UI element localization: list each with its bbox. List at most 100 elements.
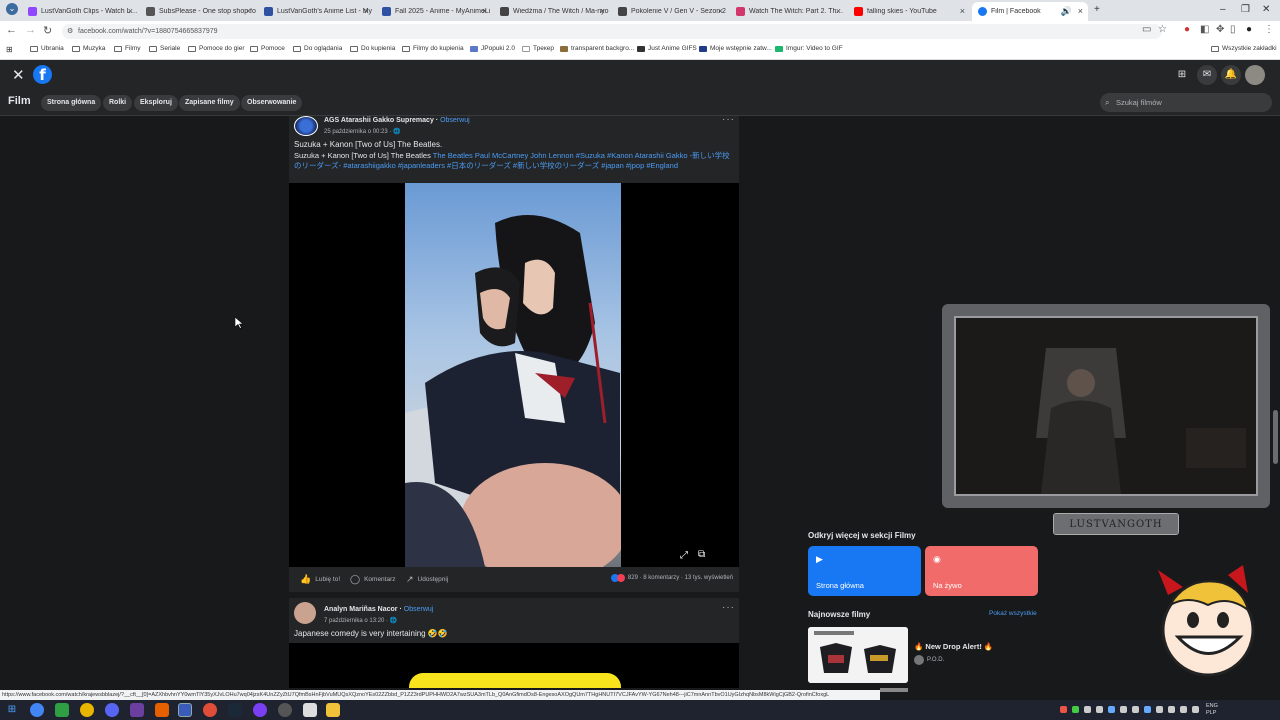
bookmark-link[interactable]: JPopuki 2.0 xyxy=(470,45,515,52)
windows-start-icon[interactable]: ⊞ xyxy=(5,703,19,717)
tab-home[interactable]: Strona główna xyxy=(41,95,102,111)
more-options-icon[interactable]: ··· xyxy=(722,602,735,613)
page-avatar[interactable] xyxy=(294,116,318,136)
new-tab-icon[interactable]: + xyxy=(1094,4,1100,15)
discover-home-card[interactable]: ▶ Strona główna xyxy=(808,546,921,596)
bookmark-folder[interactable]: Pomoce do gier xyxy=(188,45,245,52)
tray-icon[interactable] xyxy=(1060,706,1067,713)
forward-icon[interactable]: → xyxy=(25,24,36,36)
tray-icon[interactable] xyxy=(1108,706,1115,713)
bookmark-link[interactable]: Трекер xyxy=(522,45,554,52)
bookmark-folder[interactable]: Ubrania xyxy=(30,45,64,52)
tray-icon[interactable] xyxy=(1096,706,1103,713)
video-thumbnail[interactable] xyxy=(808,627,908,683)
reaction-count[interactable]: 829 xyxy=(628,575,638,581)
more-options-icon[interactable]: ··· xyxy=(722,114,735,125)
browser-tab-active[interactable]: Film | Facebook 🔊 × xyxy=(972,2,1088,21)
discord-icon[interactable] xyxy=(105,703,119,717)
tray-icon[interactable] xyxy=(1144,706,1151,713)
close-tab-icon[interactable]: × xyxy=(600,6,605,16)
tray-icon[interactable] xyxy=(1072,706,1079,713)
extension-icon[interactable]: ● xyxy=(1184,24,1190,35)
share-button[interactable]: ↗ Udostępnij xyxy=(406,574,448,585)
avatar[interactable] xyxy=(1245,65,1265,85)
show-all-link[interactable]: Pokaż wszystkie xyxy=(989,610,1037,617)
bookmark-link[interactable]: transparent backgro... xyxy=(560,45,634,52)
grid-icon[interactable]: ⊞ xyxy=(1172,65,1192,85)
discover-live-card[interactable]: ◉ Na żywo xyxy=(925,546,1038,596)
close-tab-icon[interactable]: × xyxy=(246,6,251,16)
microphone-icon[interactable] xyxy=(1132,706,1139,713)
url-field[interactable]: ⚙ facebook.com/watch/?v=1880754665837979 xyxy=(62,24,1162,39)
bookmark-star-icon[interactable]: ☆ xyxy=(1158,24,1167,35)
vlc-icon[interactable] xyxy=(155,703,169,717)
bookmark-link[interactable]: Moje wstępnie zatw... xyxy=(699,45,772,52)
browser-tab[interactable]: Wiedźma / The Witch / Ma-nyo × xyxy=(494,2,610,21)
close-tab-icon[interactable]: × xyxy=(128,6,133,16)
profile-icon[interactable]: ● xyxy=(1246,24,1252,35)
minimize-icon[interactable]: – xyxy=(1220,4,1226,15)
author-name[interactable]: Analyn Mariñas Nacor xyxy=(324,606,398,613)
tray-icon[interactable] xyxy=(1156,706,1163,713)
bookmark-folder[interactable]: Do kupienia xyxy=(350,45,395,52)
app-icon[interactable] xyxy=(130,703,144,717)
app-icon[interactable] xyxy=(80,703,94,717)
comment-count[interactable]: 8 komentarzy xyxy=(643,575,679,581)
tray-icon[interactable] xyxy=(1192,706,1199,713)
author-name[interactable]: AGS Atarashii Gakko Supremacy xyxy=(324,117,434,124)
restore-icon[interactable]: ❐ xyxy=(1241,4,1250,15)
app-icon[interactable] xyxy=(303,703,317,717)
app-icon[interactable] xyxy=(203,703,217,717)
menu-icon[interactable]: ⋮ xyxy=(1264,24,1274,35)
close-tab-icon[interactable]: × xyxy=(482,6,487,16)
chrome-icon[interactable] xyxy=(30,703,44,717)
video-title[interactable]: 🔥 New Drop Alert! 🔥 xyxy=(914,642,993,651)
tray-icon[interactable] xyxy=(1084,706,1091,713)
bookmark-link[interactable]: Just Anime GIFS xyxy=(637,45,697,52)
all-bookmarks[interactable]: Wszystkie zakładki xyxy=(1211,45,1277,52)
video-player[interactable]: ⤢ ⧉ xyxy=(289,183,739,567)
facebook-logo[interactable]: f xyxy=(33,65,52,84)
close-window-icon[interactable]: ✕ xyxy=(1262,4,1270,15)
browser-tab[interactable]: SubsPlease - One stop shop fo × xyxy=(140,2,256,21)
video-channel[interactable]: P.O.D. xyxy=(914,655,944,665)
browser-tab[interactable]: Watch The Witch: Part 2. The O × xyxy=(730,2,846,21)
video-player[interactable] xyxy=(289,643,739,688)
close-tab-icon[interactable]: × xyxy=(718,6,723,16)
app-icon-active[interactable] xyxy=(178,703,192,717)
close-tab-icon[interactable]: × xyxy=(960,6,965,16)
tab-explore[interactable]: Eksploruj xyxy=(134,95,178,111)
tab-reels[interactable]: Rolki xyxy=(103,95,133,111)
bookmark-folder[interactable]: Filmy do kupienia xyxy=(402,45,464,52)
file-explorer-icon[interactable] xyxy=(326,703,340,717)
browser-tab[interactable]: LustVanGoth's Anime List - My × xyxy=(258,2,374,21)
tab-search-icon[interactable]: ⌄ xyxy=(6,3,18,15)
tab-saved[interactable]: Zapisane filmy xyxy=(179,95,240,111)
extensions-puzzle-icon[interactable]: ✥ xyxy=(1216,24,1224,35)
close-tab-icon[interactable]: × xyxy=(364,6,369,16)
obs-icon[interactable] xyxy=(278,703,292,717)
messenger-icon[interactable]: ✉ xyxy=(1197,65,1217,85)
post-date[interactable]: 25 października o 00:23 · 🌐 xyxy=(324,128,401,135)
video-thumbnail[interactable] xyxy=(880,688,908,692)
tray-icon[interactable] xyxy=(1120,706,1127,713)
network-icon[interactable] xyxy=(1168,706,1175,713)
browser-tab[interactable]: LustVanGoth Clips - Watch Live × xyxy=(22,2,138,21)
comment-button[interactable]: ◯ Komentarz xyxy=(350,574,396,585)
browser-tab[interactable]: Fall 2025 - Anime - MyAnimeLi × xyxy=(376,2,492,21)
speaker-icon[interactable]: 🔊 xyxy=(1061,6,1072,17)
volume-icon[interactable] xyxy=(1180,706,1187,713)
input-language[interactable]: ENG PLP xyxy=(1206,703,1218,717)
back-icon[interactable]: ← xyxy=(6,24,17,36)
sidebar-icon[interactable]: ▯ xyxy=(1230,24,1236,35)
search-input[interactable]: ⌕ Szukaj filmów xyxy=(1100,93,1272,112)
extension-icon[interactable]: ◧ xyxy=(1200,24,1209,35)
follow-button[interactable]: Obserwuj xyxy=(404,606,434,613)
apps-grid-icon[interactable]: ⊞ xyxy=(6,45,13,54)
browser-tab[interactable]: Pokolenie V / Gen V - Sezon 2 × xyxy=(612,2,728,21)
app-icon[interactable] xyxy=(55,703,69,717)
tab-following[interactable]: Obserwowanie xyxy=(241,95,303,111)
bell-icon[interactable]: 🔔 xyxy=(1221,65,1241,85)
app-icon[interactable] xyxy=(253,703,267,717)
cast-icon[interactable]: ▭ xyxy=(1142,24,1151,35)
